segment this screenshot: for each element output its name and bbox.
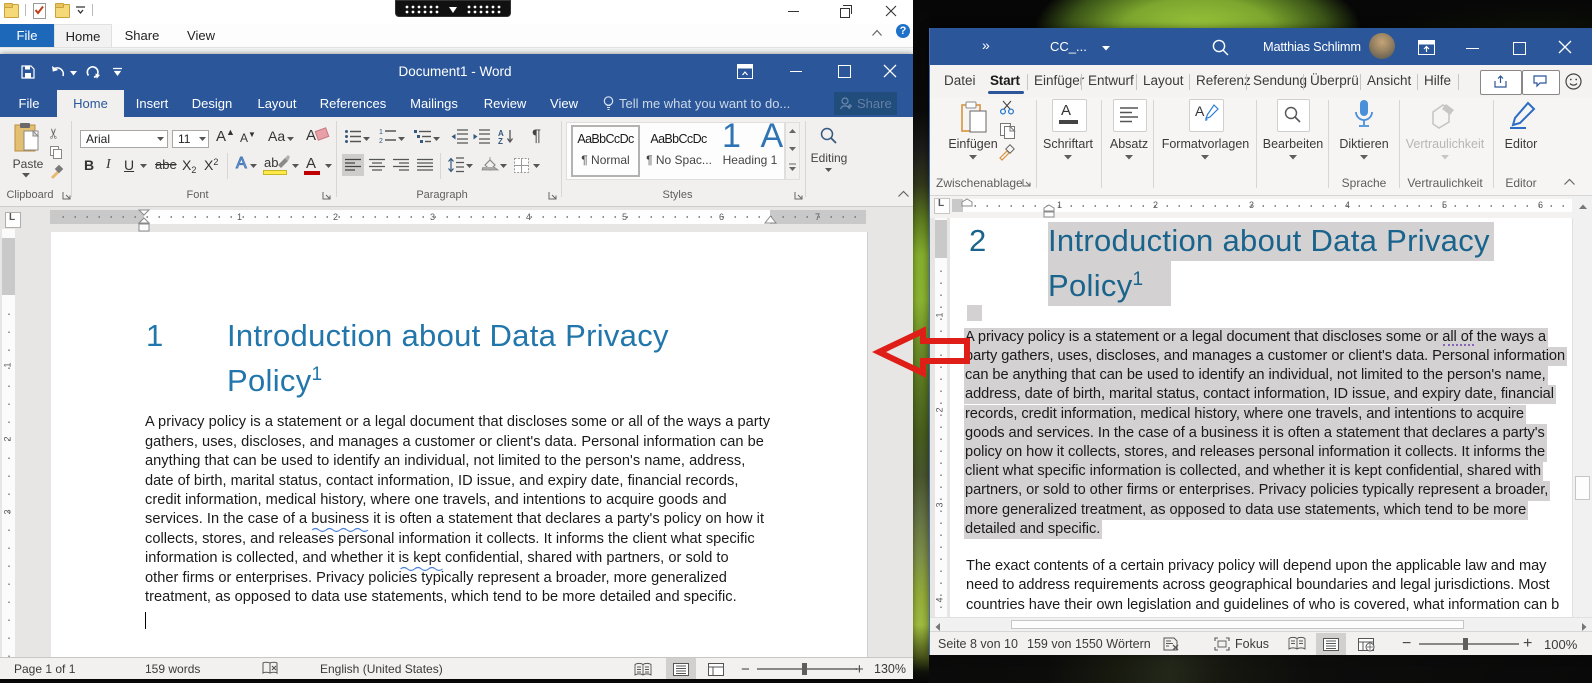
svg-text:1: 1 bbox=[379, 129, 383, 136]
svg-text:Z: Z bbox=[498, 137, 503, 146]
svg-text:2: 2 bbox=[379, 138, 383, 145]
